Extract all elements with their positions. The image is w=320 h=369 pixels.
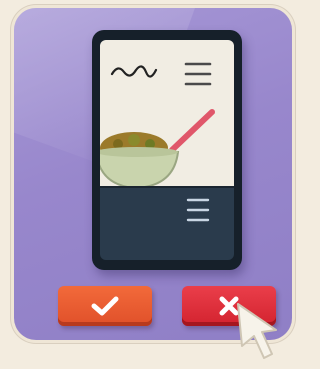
- card-background: [14, 8, 292, 340]
- menu-lines-bottom-icon: [186, 198, 210, 222]
- scribble-icon: [110, 65, 158, 78]
- pointer-cursor-icon: [237, 303, 277, 359]
- bowl-icon: [100, 151, 180, 188]
- spoon-icon: [169, 109, 215, 153]
- menu-lines-icon: [184, 62, 212, 86]
- phone-screen-bottom: [100, 188, 234, 260]
- phone-screen-top: [100, 40, 234, 188]
- illustration: [0, 0, 306, 369]
- checkmark-icon: [91, 296, 119, 316]
- recipe-illustration: [100, 62, 215, 188]
- phone: [92, 30, 242, 270]
- confirm-button[interactable]: [58, 286, 152, 326]
